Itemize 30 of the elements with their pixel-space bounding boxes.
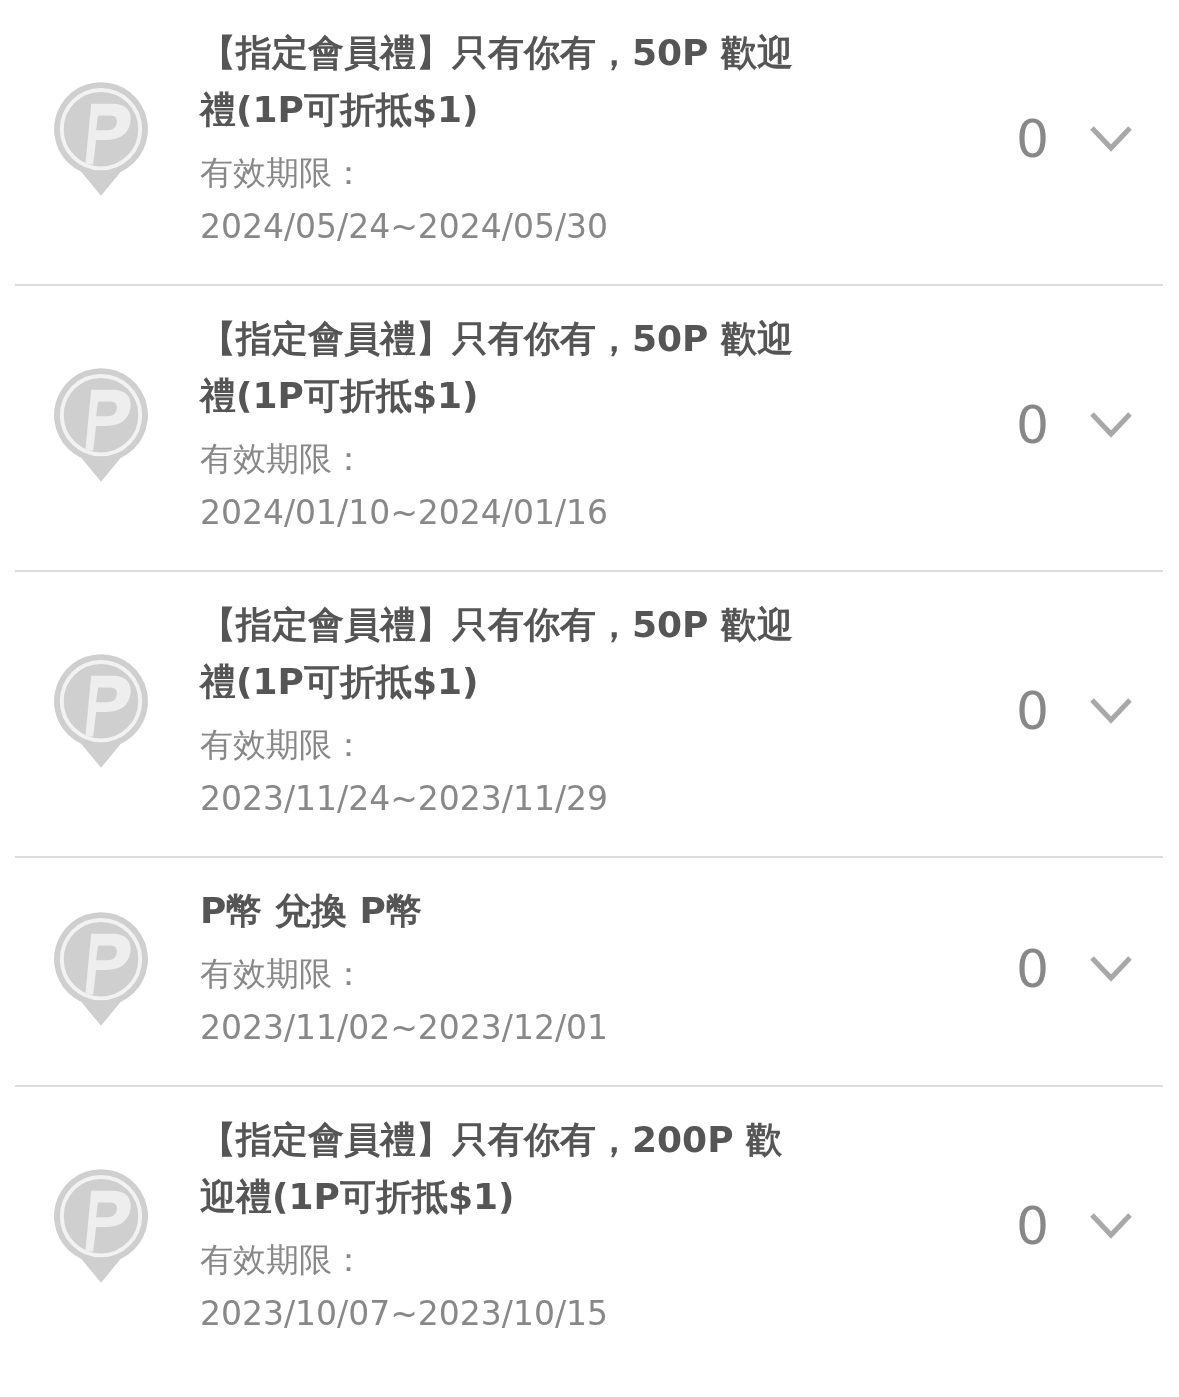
quantity-count: 0 (1015, 395, 1049, 455)
date-range: 2023/11/24~2023/11/29 (200, 778, 610, 820)
reward-title: 【指定會員禮】只有你有，50P 歡迎禮(1P可折抵$1) (200, 603, 794, 704)
chevron-down-icon[interactable] (1089, 411, 1133, 439)
reward-title: 【指定會員禮】只有你有，200P 歡迎禮(1P可折抵$1) (200, 1118, 784, 1219)
p-coin-pin-icon (52, 652, 150, 770)
quantity-count: 0 (1015, 1196, 1049, 1256)
chevron-down-icon[interactable] (1089, 1212, 1133, 1240)
quantity-count: 0 (1015, 109, 1049, 169)
p-coin-pin-icon (52, 1167, 150, 1285)
chevron-down-icon[interactable] (1089, 697, 1133, 725)
validity-label: 有效期限： (200, 1239, 366, 1281)
chevron-down-icon[interactable] (1089, 125, 1133, 153)
validity-label: 有效期限： (200, 724, 366, 766)
reward-title: 【指定會員禮】只有你有，50P 歡迎禮(1P可折抵$1) (200, 31, 794, 132)
validity-label: 有效期限： (200, 152, 366, 194)
chevron-down-icon[interactable] (1089, 954, 1133, 983)
date-range: 2023/10/07~2023/10/15 (200, 1293, 610, 1335)
date-range: 2023/11/02~2023/12/01 (200, 1007, 610, 1049)
reward-title: 【指定會員禮】只有你有，50P 歡迎禮(1P可折抵$1) (200, 317, 794, 418)
validity-label: 有效期限： (200, 953, 366, 995)
p-coin-pin-icon (52, 80, 150, 198)
p-coin-pin-icon (52, 366, 150, 484)
quantity-count: 0 (1015, 938, 1049, 999)
quantity-count: 0 (1015, 681, 1049, 741)
validity-label: 有效期限： (200, 438, 366, 480)
p-coin-pin-icon (52, 909, 150, 1028)
reward-title: P幣 兌換 P幣 (200, 889, 423, 933)
date-range: 2024/01/10~2024/01/16 (200, 492, 610, 534)
date-range: 2024/05/24~2024/05/30 (200, 206, 610, 248)
